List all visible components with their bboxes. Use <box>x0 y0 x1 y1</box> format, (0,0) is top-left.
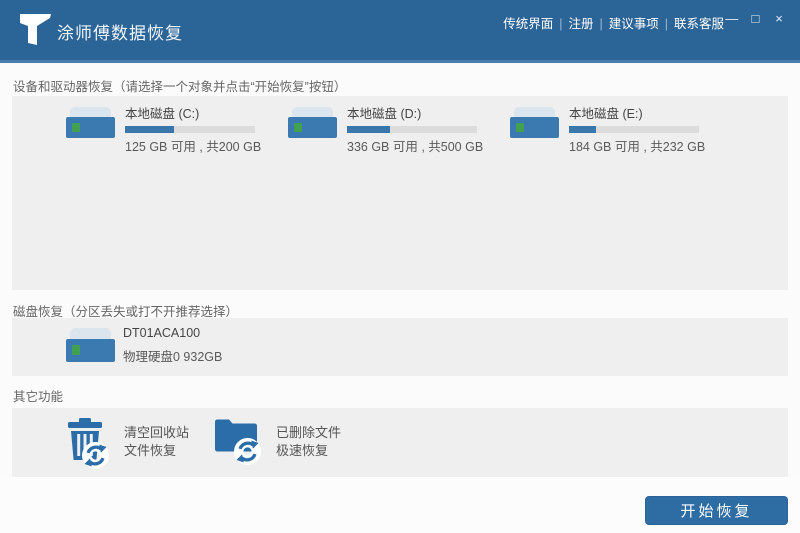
maximize-button[interactable]: □ <box>746 11 764 26</box>
drive-item-d[interactable]: 本地磁盘 (D:) 336 GB 可用 , 共500 GB <box>285 101 495 154</box>
disk-drive-icon <box>510 107 559 138</box>
feature-label: 清空回收站 文件恢复 <box>124 425 190 458</box>
drive-capacity-text: 336 GB 可用 , 共500 GB <box>347 140 484 154</box>
drive-capacity-text: 184 GB 可用 , 共232 GB <box>569 140 706 154</box>
recycle-arrows-icon <box>82 442 109 469</box>
disk-panel: DT01ACA100 物理硬盘0 932GB <box>12 318 788 376</box>
other-panel: 清空回收站 文件恢复 已删除文件 极速恢复 <box>12 408 788 477</box>
nav-link-contact-support[interactable]: 联系客服 <box>674 17 724 31</box>
drive-usage-bar <box>347 126 477 133</box>
drive-info: 本地磁盘 (E:) 184 GB 可用 , 共232 GB <box>569 101 717 155</box>
hard-disk-icon <box>66 328 115 362</box>
folder-recycle-icon <box>215 418 261 468</box>
title-bar: 涂师傅数据恢复 传统界面 | 注册 | 建议事项 | 联系客服 — □ × <box>0 0 800 63</box>
header-nav: 传统界面 | 注册 | 建议事项 | 联系客服 <box>499 13 728 32</box>
nav-separator: | <box>559 17 563 31</box>
footer-bar: 开始恢复 <box>0 477 800 533</box>
nav-link-suggestions[interactable]: 建议事项 <box>609 17 659 31</box>
drive-usage-bar <box>569 126 699 133</box>
trash-recycle-icon <box>67 418 113 469</box>
drive-capacity-text: 125 GB 可用 , 共200 GB <box>125 140 262 154</box>
close-button[interactable]: × <box>770 11 788 26</box>
drive-info: 本地磁盘 (C:) 125 GB 可用 , 共200 GB <box>125 101 273 155</box>
start-recovery-button[interactable]: 开始恢复 <box>645 496 788 525</box>
window-controls: — □ × <box>721 11 788 26</box>
app-logo-icon <box>20 14 51 45</box>
drive-name: 本地磁盘 (C:) <box>125 107 200 121</box>
drive-item-c[interactable]: 本地磁盘 (C:) 125 GB 可用 , 共200 GB <box>63 101 273 154</box>
drive-name: 本地磁盘 (D:) <box>347 107 422 121</box>
nav-link-register[interactable]: 注册 <box>568 17 593 31</box>
physical-disk-item[interactable]: DT01ACA100 物理硬盘0 932GB <box>63 323 363 371</box>
disk-drive-icon <box>66 107 115 138</box>
physical-disk-detail: 物理硬盘0 932GB <box>123 350 223 364</box>
feature-label: 已删除文件 极速恢复 <box>276 425 342 458</box>
drives-panel: 本地磁盘 (C:) 125 GB 可用 , 共200 GB 本地磁盘 (D:) … <box>12 96 788 290</box>
minimize-button[interactable]: — <box>723 11 741 26</box>
drive-info: 本地磁盘 (D:) 336 GB 可用 , 共500 GB <box>347 101 495 155</box>
physical-disk-info: DT01ACA100 物理硬盘0 932GB <box>123 323 222 365</box>
nav-separator: | <box>599 17 603 31</box>
app-title: 涂师傅数据恢复 <box>57 24 183 43</box>
physical-disk-name: DT01ACA100 <box>123 326 201 340</box>
nav-separator: | <box>664 17 668 31</box>
recycle-arrows-icon <box>234 438 261 465</box>
other-section-title: 其它功能 <box>13 390 64 404</box>
drive-name: 本地磁盘 (E:) <box>569 107 643 121</box>
nav-link-classic-ui[interactable]: 传统界面 <box>503 17 553 31</box>
drive-item-e[interactable]: 本地磁盘 (E:) 184 GB 可用 , 共232 GB <box>507 101 717 154</box>
drives-section-title: 设备和驱动器恢复（请选择一个对象并点击“开始恢复”按钮） <box>13 80 347 94</box>
drive-usage-bar <box>125 126 255 133</box>
disk-drive-icon <box>288 107 337 138</box>
